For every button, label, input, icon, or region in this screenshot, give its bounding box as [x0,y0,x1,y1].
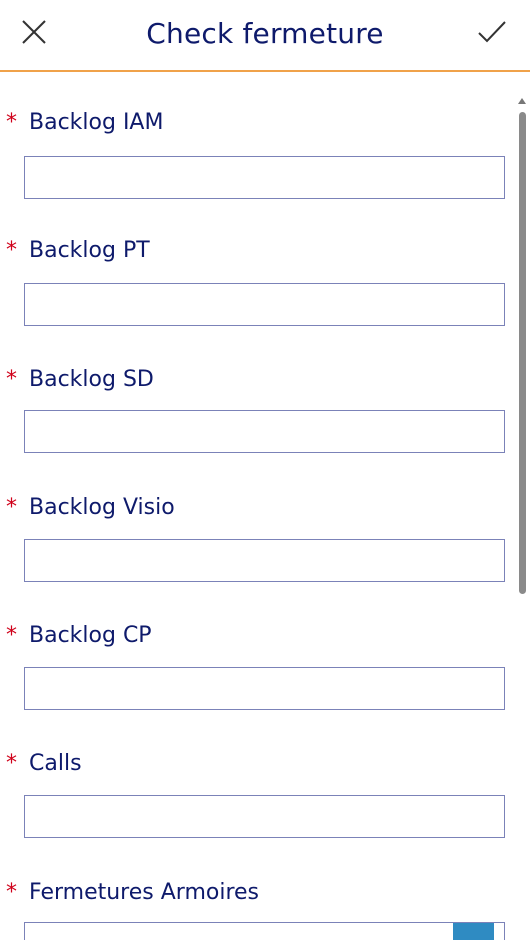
form-area: * Backlog IAM * Backlog PT * Backlog SD … [0,72,514,940]
field-label: Calls [29,751,82,776]
field-label-row: * Backlog CP [6,621,152,651]
vertical-scrollbar[interactable] [518,96,526,940]
required-mark: * [6,880,17,905]
backlog-sd-input[interactable] [24,410,505,453]
field-label-row: * Fermetures Armoires [6,878,259,908]
field-label-row: * Backlog Visio [6,493,175,523]
required-mark: * [6,110,17,135]
field-label: Backlog CP [29,623,152,648]
scroll-up-arrow-icon[interactable] [518,96,526,106]
field-label: Fermetures Armoires [29,880,260,905]
field-label-row: * Backlog SD [6,365,154,395]
fermetures-armoires-dropdown[interactable] [24,922,505,940]
scrollbar-thumb[interactable] [519,112,526,594]
required-mark: * [6,238,17,263]
field-label-row: * Calls [6,749,82,779]
required-mark: * [6,495,17,520]
backlog-cp-input[interactable] [24,667,505,710]
header-bar: Check fermeture [0,0,530,72]
required-mark: * [6,367,17,392]
field-label: Backlog PT [29,238,150,263]
required-mark: * [6,623,17,648]
app-screen: Check fermeture * Backlog IAM * Backlog … [0,0,530,940]
field-label: Backlog SD [29,367,154,392]
confirm-button[interactable] [472,14,512,54]
field-label: Backlog IAM [29,110,164,135]
required-mark: * [6,751,17,776]
field-label: Backlog Visio [29,495,175,520]
field-label-row: * Backlog IAM [6,108,163,138]
dropdown-toggle-button[interactable] [453,923,494,940]
backlog-pt-input[interactable] [24,283,505,326]
page-title: Check fermeture [146,17,384,50]
backlog-visio-input[interactable] [24,539,505,582]
field-label-row: * Backlog PT [6,236,150,266]
checkmark-icon [477,19,507,49]
backlog-iam-input[interactable] [24,156,505,199]
calls-input[interactable] [24,795,505,838]
